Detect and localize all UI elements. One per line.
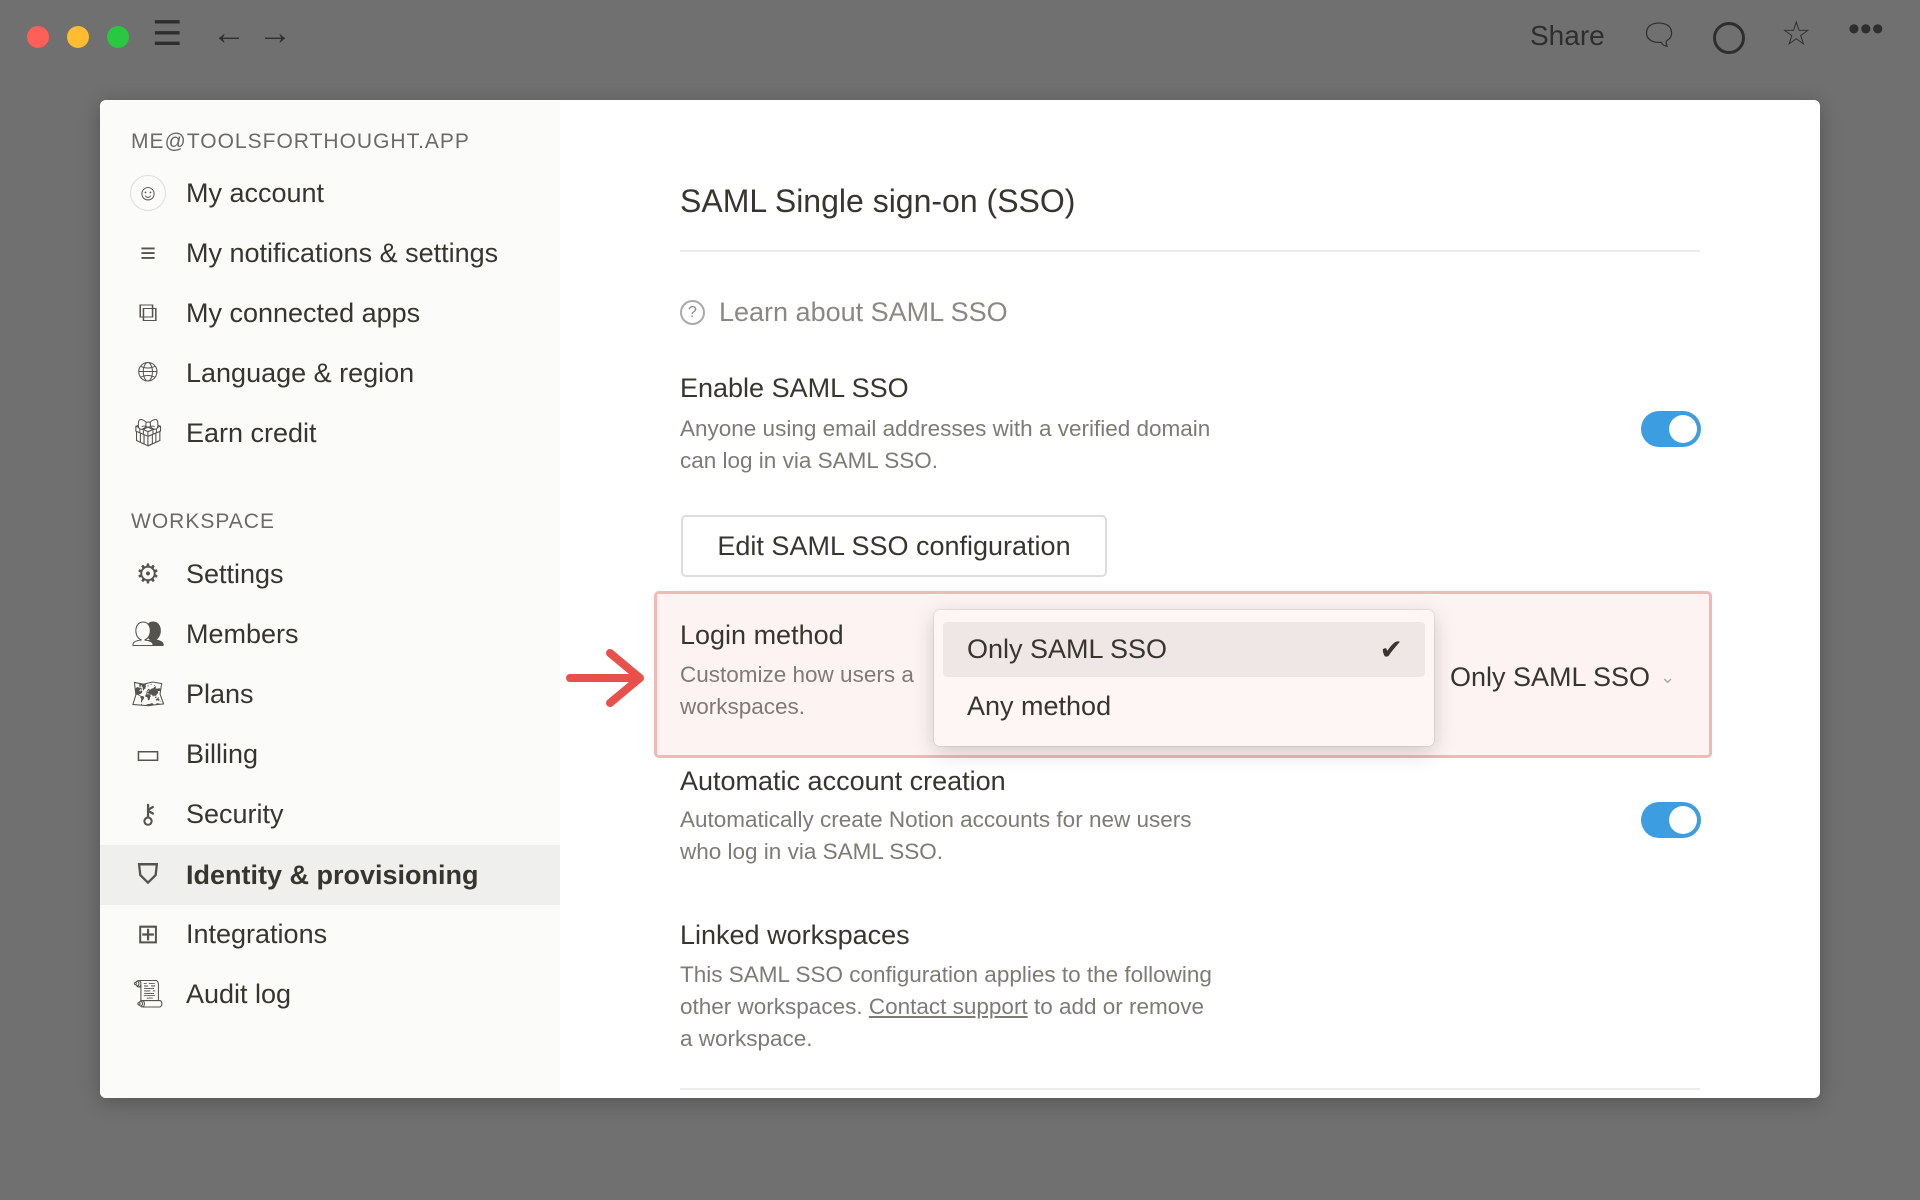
credit-card-icon: ▭ — [135, 738, 161, 769]
contact-support-link[interactable]: Contact support — [869, 994, 1028, 1019]
dropdown-option-only-saml[interactable]: Only SAML SSO ✔ — [943, 622, 1425, 677]
edit-saml-config-button[interactable]: Edit SAML SSO configuration — [681, 515, 1107, 577]
option-label: Any method — [967, 691, 1112, 721]
sidebar-item-label: Billing — [186, 738, 259, 769]
sidebar-item-label: My notifications & settings — [186, 237, 499, 268]
menu-icon[interactable]: ☰ — [152, 14, 182, 54]
sidebar-item-label: My account — [186, 177, 325, 208]
maximize-window-button[interactable] — [107, 26, 129, 48]
sidebar-item-label: Members — [186, 618, 299, 649]
more-icon[interactable]: ••• — [1848, 10, 1884, 49]
red-arrow-icon — [562, 645, 648, 711]
external-link-icon: ⧉ — [138, 297, 158, 327]
globe-icon: 🌐︎ — [137, 357, 159, 387]
sidebar: ME@TOOLSFORTHOUGHT.APP ☺ My account ≡ My n… — [100, 100, 560, 1098]
people-icon: 👥︎ — [130, 619, 166, 649]
history-icon[interactable] — [1713, 22, 1745, 54]
sidebar-item-label: Plans — [186, 678, 254, 709]
login-method-select[interactable]: Only SAML SSO ⌄ — [1450, 662, 1675, 693]
sidebar-item-integrations[interactable]: ⊞ Integrations — [100, 905, 560, 963]
sidebar-item-connected-apps[interactable]: ⧉ My connected apps — [100, 284, 560, 342]
login-method-title: Login method — [680, 620, 844, 650]
account-section-label: ME@TOOLSFORTHOUGHT.APP — [131, 130, 470, 153]
login-method-dropdown: Only SAML SSO ✔ Any method — [934, 610, 1434, 746]
chevron-down-icon: ⌄ — [1660, 667, 1676, 687]
sidebar-item-label: Identity & provisioning — [186, 859, 479, 890]
learn-link-label: Learn about SAML SSO — [719, 297, 1008, 327]
page-title: SAML Single sign-on (SSO) — [680, 183, 1076, 219]
dropdown-option-any-method[interactable]: Any method — [943, 679, 1425, 734]
workspace-section-label: WORKSPACE — [131, 510, 275, 533]
sidebar-item-security[interactable]: ⚷ Security — [100, 785, 560, 843]
sidebar-item-label: Audit log — [186, 978, 292, 1009]
login-method-value: Only SAML SSO — [1450, 662, 1651, 692]
star-icon[interactable]: ☆ — [1781, 14, 1811, 54]
auto-account-desc: Automatically create Notion accounts for… — [680, 807, 1192, 864]
sidebar-item-my-account[interactable]: ☺ My account — [100, 164, 560, 222]
login-method-desc: Customize how users a workspaces. — [680, 662, 914, 719]
option-label: Only SAML SSO — [967, 634, 1168, 664]
sidebar-item-label: Settings — [186, 558, 284, 589]
auto-account-toggle[interactable] — [1641, 802, 1701, 838]
sidebar-item-audit-log[interactable]: 📜︎ Audit log — [100, 965, 560, 1023]
sidebar-item-notifications[interactable]: ≡ My notifications & settings — [100, 224, 560, 282]
scroll-icon: 📜︎ — [130, 979, 166, 1009]
sidebar-item-label: My connected apps — [186, 297, 421, 328]
sidebar-item-plans[interactable]: 🗺︎ Plans — [100, 665, 560, 723]
gear-icon: ⚙ — [135, 558, 161, 589]
enable-saml-desc: Anyone using email addresses with a veri… — [680, 416, 1211, 473]
divider — [680, 250, 1700, 252]
sidebar-item-label: Security — [186, 798, 284, 829]
sidebar-item-earn-credit[interactable]: 🎁︎ Earn credit — [100, 404, 560, 462]
key-icon: ⚷ — [138, 798, 158, 829]
sidebar-item-billing[interactable]: ▭ Billing — [100, 725, 560, 783]
divider — [680, 1088, 1700, 1090]
sidebar-item-identity-provisioning[interactable]: ⛉ Identity & provisioning — [100, 845, 560, 905]
sidebar-item-label: Earn credit — [186, 417, 317, 448]
share-button[interactable]: Share — [1530, 20, 1605, 52]
comment-icon[interactable]: 🗨 — [1640, 18, 1678, 53]
enable-saml-title: Enable SAML SSO — [680, 373, 909, 403]
minimize-window-button[interactable] — [67, 26, 89, 48]
shield-icon: ⛉ — [137, 859, 159, 889]
sliders-icon: ≡ — [140, 237, 156, 268]
gift-icon: 🎁︎ — [130, 418, 166, 448]
learn-link[interactable]: ? Learn about SAML SSO — [680, 297, 1008, 328]
grid-icon: ⊞ — [136, 918, 160, 949]
linked-workspaces-desc: This SAML SSO configuration applies to t… — [680, 962, 1212, 1051]
avatar: ☺ — [130, 175, 166, 211]
linked-workspaces-title: Linked workspaces — [680, 920, 910, 950]
map-icon: 🗺︎ — [130, 679, 166, 709]
sidebar-item-label: Integrations — [186, 918, 328, 949]
help-icon: ? — [680, 300, 705, 325]
sidebar-item-settings[interactable]: ⚙ Settings — [100, 545, 560, 603]
back-arrow-icon[interactable]: ← — [212, 14, 246, 53]
sidebar-item-label: Language & region — [186, 357, 415, 388]
forward-arrow-icon[interactable]: → — [258, 14, 292, 53]
sidebar-item-members[interactable]: 👥︎ Members — [100, 605, 560, 663]
enable-saml-toggle[interactable] — [1641, 411, 1701, 447]
sidebar-item-language[interactable]: 🌐︎ Language & region — [100, 344, 560, 402]
auto-account-title: Automatic account creation — [680, 766, 1006, 796]
checkmark-icon: ✔ — [1379, 634, 1403, 665]
settings-modal: ME@TOOLSFORTHOUGHT.APP ☺ My account ≡ My n… — [100, 100, 1820, 1098]
close-window-button[interactable] — [27, 26, 49, 48]
